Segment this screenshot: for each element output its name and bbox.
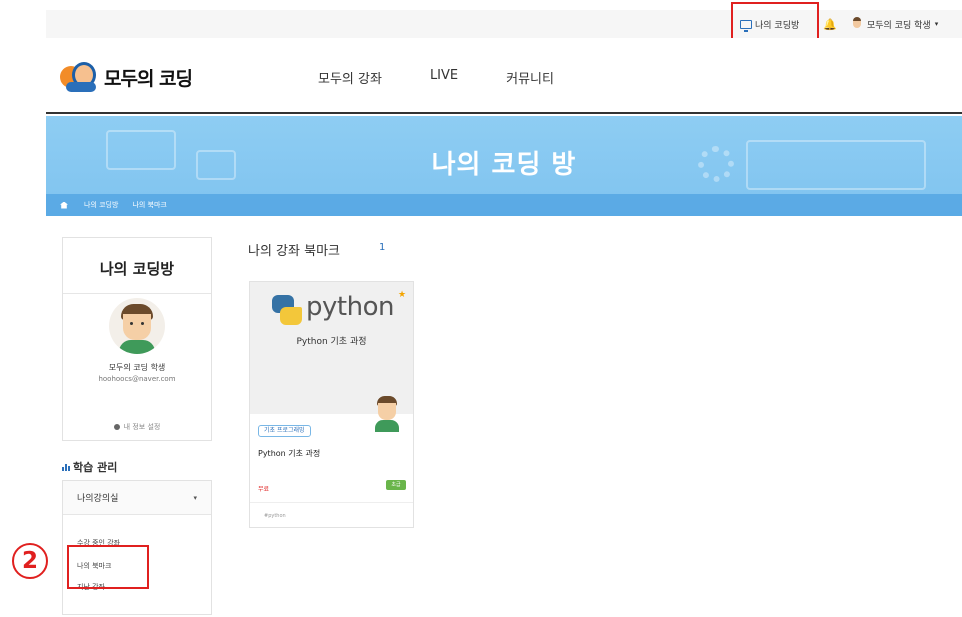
user-avatar-icon: [851, 17, 863, 31]
top-utility-bar: 나의 코딩방 🔔 모두의 코딩 학생 ▾: [46, 10, 962, 38]
course-title: Python 기초 과정: [258, 449, 321, 458]
chevron-down-icon: ▾: [934, 20, 939, 28]
thumbnail-title: Python 기초 과정: [296, 337, 367, 347]
course-price: 무료: [258, 486, 270, 493]
nav-item-live[interactable]: LIVE: [430, 68, 458, 87]
section-title: 나의 강좌 북마크: [248, 244, 340, 259]
step-marker: 2: [12, 543, 48, 579]
divider: [250, 502, 413, 503]
course-hashtag: #python: [264, 513, 286, 519]
breadcrumb-item[interactable]: 나의 코딩방: [84, 200, 118, 210]
profile-email: hoohoocs@naver.com: [98, 375, 176, 383]
profile-settings-label: 내 정보 설정: [123, 423, 161, 431]
level-badge: 초급: [386, 480, 406, 490]
profile-title: 나의 코딩방: [99, 260, 175, 278]
dropdown-value: 나의강의실: [77, 494, 119, 504]
highlight-box-bookmarks: [67, 545, 149, 589]
profile-card: 나의 코딩방 모두의 코딩 학생 hoohoocs@naver.com 내 정보…: [62, 237, 212, 441]
category-tag: 기초 프로그래밍: [258, 425, 311, 437]
logo-mark-icon: [60, 60, 100, 94]
profile-settings-link[interactable]: 내 정보 설정: [63, 422, 211, 432]
bell-icon[interactable]: 🔔: [823, 10, 837, 38]
instructor-avatar: [372, 396, 402, 434]
logo-text: 모두의 코딩: [104, 67, 193, 90]
avatar: [109, 298, 165, 354]
profile-name: 모두의 코딩 학생: [108, 363, 166, 372]
gear-icon: [113, 424, 120, 430]
bookmark-count: 1: [379, 242, 386, 253]
main-nav: 모두의 강좌 LIVE 커뮤니티: [318, 68, 602, 87]
divider: [63, 293, 211, 294]
banner-title: 나의 코딩 방: [431, 150, 577, 180]
breadcrumb: 나의 코딩방 나의 북마크: [46, 194, 962, 216]
bar-chart-icon: [62, 463, 70, 471]
home-icon[interactable]: [60, 201, 68, 209]
python-logo-icon: [272, 295, 302, 325]
nav-item-courses[interactable]: 모두의 강좌: [318, 68, 382, 87]
chevron-down-icon: ▾: [193, 493, 197, 502]
breadcrumb-item[interactable]: 나의 북마크: [132, 200, 166, 210]
nav-item-community[interactable]: 커뮤니티: [506, 68, 554, 87]
course-thumbnail: python ★ Python 기초 과정: [250, 282, 413, 414]
page: 나의 코딩방 🔔 모두의 코딩 학생 ▾ 모두의 코딩 모두의 강좌 LIVE …: [0, 0, 962, 617]
learning-title-label: 학습 관리: [73, 461, 118, 474]
python-wordmark: python: [306, 292, 394, 322]
site-logo[interactable]: 모두의 코딩: [60, 60, 193, 94]
user-name: 모두의 코딩 학생: [867, 20, 931, 31]
star-icon: ★: [398, 290, 407, 300]
course-card[interactable]: python ★ Python 기초 과정 기초 프로그래밍 Python 기초…: [249, 281, 414, 528]
learning-section-title: 학습 관리: [62, 459, 117, 475]
site-header: 모두의 코딩 모두의 강좌 LIVE 커뮤니티: [46, 38, 962, 114]
user-menu[interactable]: 모두의 코딩 학생 ▾: [851, 10, 938, 38]
page-banner: 나의 코딩 방 나의 코딩방 나의 북마크: [46, 116, 962, 216]
classroom-dropdown[interactable]: 나의강의실 ▾: [63, 481, 211, 515]
